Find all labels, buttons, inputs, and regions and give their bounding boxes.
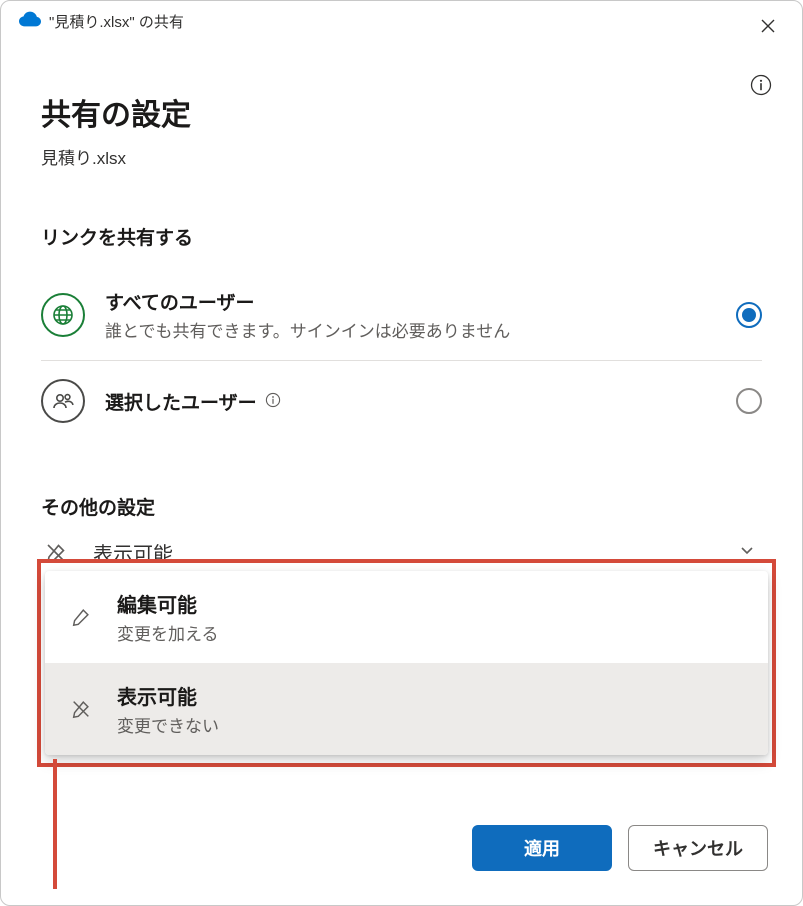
share-settings-dialog: "見積り.xlsx" の共有 共有の設定 見積り.xlsx リンクを共有する す… (0, 0, 803, 906)
annotation-callout-line (53, 759, 57, 889)
close-button[interactable] (756, 15, 780, 39)
permission-option-edit[interactable]: 編集可能 変更を加える (45, 571, 768, 663)
option-title: 編集可能 (117, 589, 219, 618)
option-label: 選択したユーザー (105, 388, 736, 415)
permission-option-view[interactable]: 表示可能 変更できない (45, 663, 768, 755)
option-text: 表示可能 変更できない (117, 681, 219, 737)
dialog-content: 共有の設定 見積り.xlsx リンクを共有する すべてのユーザー 誰とでも共有で… (1, 36, 802, 581)
other-settings-section-title: その他の設定 (41, 493, 762, 520)
annotation-highlight: 編集可能 変更を加える 表示可能 変更できない (37, 559, 776, 767)
globe-icon (41, 293, 85, 337)
radio-everyone[interactable] (736, 302, 762, 328)
share-option-specific-people[interactable]: 選択したユーザー (41, 361, 762, 441)
permission-popup: 編集可能 変更を加える 表示可能 変更できない (45, 571, 768, 755)
option-desc: 変更を加える (117, 620, 219, 645)
info-button[interactable] (748, 73, 774, 99)
filename-label: 見積り.xlsx (41, 144, 762, 169)
cancel-button[interactable]: キャンセル (628, 825, 768, 871)
no-edit-icon (65, 698, 97, 720)
dialog-footer: 適用 キャンセル (472, 825, 768, 871)
option-label: すべてのユーザー (105, 288, 736, 315)
pencil-icon (65, 606, 97, 628)
radio-specific-people[interactable] (736, 388, 762, 414)
info-icon (750, 74, 772, 99)
option-text: 編集可能 変更を加える (117, 589, 219, 645)
titlebar: "見積り.xlsx" の共有 (1, 1, 802, 36)
close-icon (760, 18, 776, 37)
option-desc: 誰とでも共有できます。サインインは必要ありません (105, 317, 736, 342)
onedrive-icon (19, 11, 41, 32)
people-icon (41, 379, 85, 423)
titlebar-text: "見積り.xlsx" の共有 (49, 11, 184, 32)
share-option-everyone[interactable]: すべてのユーザー 誰とでも共有できます。サインインは必要ありません (41, 270, 762, 360)
link-sharing-section-title: リンクを共有する (41, 223, 762, 250)
info-icon[interactable] (265, 392, 283, 410)
option-text: すべてのユーザー 誰とでも共有できます。サインインは必要ありません (105, 288, 736, 342)
option-title: 表示可能 (117, 681, 219, 710)
option-desc: 変更できない (117, 712, 219, 737)
apply-button[interactable]: 適用 (472, 825, 612, 871)
page-title: 共有の設定 (41, 90, 762, 134)
option-text: 選択したユーザー (105, 388, 736, 415)
